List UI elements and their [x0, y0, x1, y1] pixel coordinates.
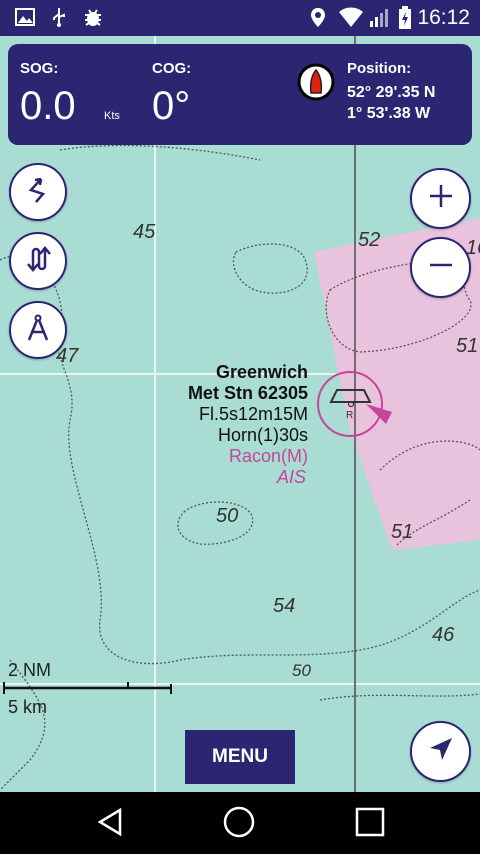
compass-divider-icon — [23, 313, 53, 348]
station-name: Greenwich — [216, 362, 308, 382]
position-lat: 52° 29'.35 N — [347, 84, 436, 101]
position-label: Position: — [347, 60, 412, 77]
route-icon — [23, 175, 53, 210]
depth-label: 46 — [432, 624, 455, 646]
buoy-letter: R — [346, 410, 353, 421]
location-icon — [308, 6, 328, 33]
nav-info-panel: SOG: 0.0 Kts COG: 0° Position: 52° 29'.3… — [8, 44, 472, 145]
home-button[interactable] — [219, 804, 259, 844]
plus-icon — [427, 182, 455, 215]
cog-value: 0° — [152, 84, 191, 128]
station-id: Met Stn 62305 — [188, 383, 308, 403]
station-ais: AIS — [276, 467, 306, 487]
station-racon: Racon(M) — [229, 446, 308, 466]
zoom-in-button[interactable] — [410, 168, 471, 229]
depth-label: 52 — [358, 229, 380, 251]
chart-canvas: 45 52 47 51 50 54 51 46 50 16 Greenwich … — [0, 36, 480, 792]
cog-label: COG: — [152, 60, 192, 77]
depth-label: 51 — [391, 521, 413, 543]
bug-icon — [82, 6, 104, 33]
scale-km-label: 5 km — [8, 697, 48, 717]
menu-button[interactable]: MENU — [185, 730, 295, 784]
station-light: Fl.5s12m15M — [199, 404, 308, 424]
navigation-arrow-icon — [427, 735, 455, 768]
status-bar: 16:12 — [0, 0, 480, 36]
boat-icon — [296, 62, 336, 107]
position-lon: 1° 53'.38 W — [347, 105, 431, 122]
locate-button[interactable] — [410, 721, 471, 782]
recents-square-icon — [354, 806, 386, 843]
image-icon — [14, 6, 36, 33]
home-circle-icon — [222, 805, 256, 844]
swap-arrows-icon — [23, 244, 53, 279]
minus-icon — [427, 251, 455, 284]
sog-value: 0.0 — [20, 84, 76, 128]
station-horn: Horn(1)30s — [218, 425, 308, 445]
route-button[interactable] — [9, 163, 67, 221]
depth-label: 51 — [456, 335, 478, 357]
back-triangle-icon — [94, 806, 126, 843]
system-nav-bar — [0, 792, 480, 854]
recents-button[interactable] — [350, 804, 390, 844]
scale-nm-label: 2 NM — [8, 660, 52, 680]
wifi-icon — [338, 6, 364, 33]
depth-label: 50 — [216, 505, 238, 527]
orientation-toggle-button[interactable] — [9, 232, 67, 290]
depth-label: 50 — [292, 661, 311, 680]
battery-icon — [398, 6, 412, 35]
depth-label: 45 — [133, 221, 156, 243]
chart-map[interactable]: 45 52 47 51 50 54 51 46 50 16 Greenwich … — [0, 36, 480, 792]
back-button[interactable] — [90, 804, 130, 844]
status-clock: 16:12 — [417, 6, 470, 29]
zoom-out-button[interactable] — [410, 237, 471, 298]
signal-icon — [368, 6, 390, 33]
measure-button[interactable] — [9, 301, 67, 359]
usb-icon — [48, 6, 70, 33]
sog-unit: Kts — [104, 110, 120, 122]
sog-label: SOG: — [20, 60, 59, 77]
depth-label: 54 — [273, 595, 295, 617]
